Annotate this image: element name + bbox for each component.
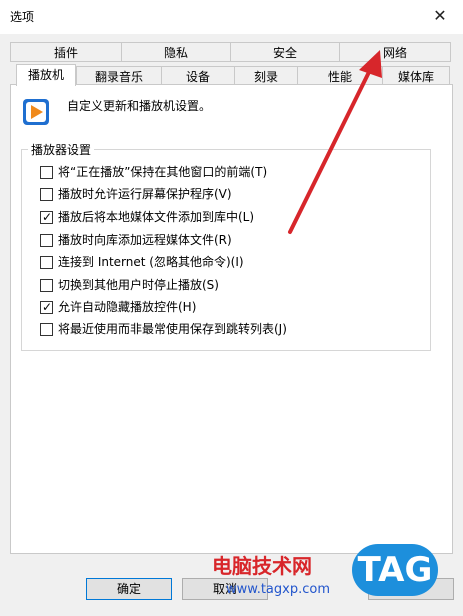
tab-player[interactable]: 播放机 (16, 64, 76, 86)
annotation-arrow-icon (288, 50, 382, 234)
